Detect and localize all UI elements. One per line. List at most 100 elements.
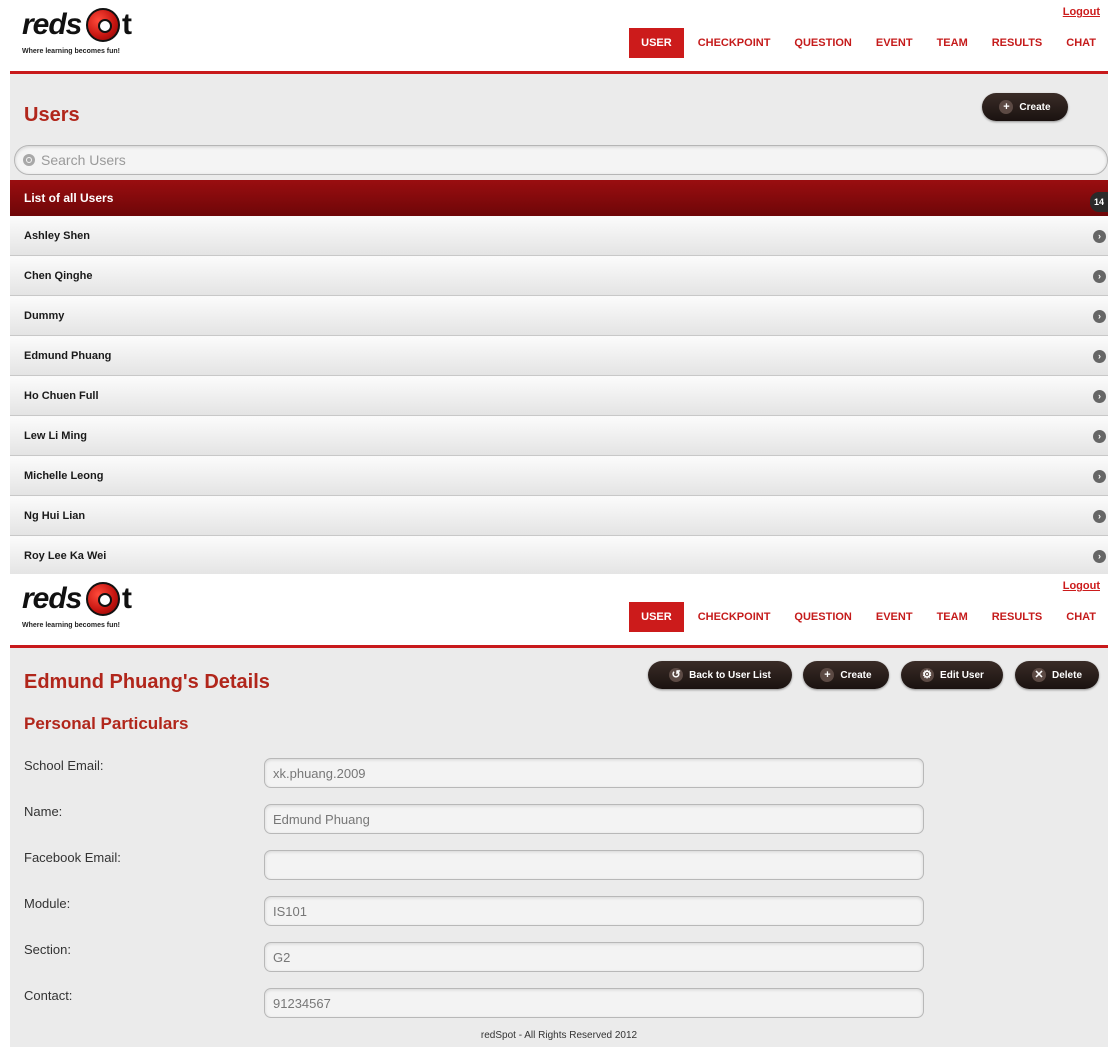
user-name: Lew Li Ming xyxy=(24,430,87,442)
delete-button-label: Delete xyxy=(1051,669,1082,681)
chevron-right-icon: › xyxy=(1093,510,1106,523)
plus-icon: + xyxy=(820,668,835,682)
section-row: Section: xyxy=(24,942,1108,982)
create-button-label: Create xyxy=(840,669,872,681)
edit-user-button[interactable]: ⚙ Edit User xyxy=(901,661,1003,689)
back-arrow-icon: ↺ xyxy=(669,668,684,682)
user-name: Ho Chuen Full xyxy=(24,390,99,402)
nav-event[interactable]: EVENT xyxy=(864,28,925,58)
logo-tagline: Where learning becomes fun! xyxy=(22,48,121,55)
nav-team[interactable]: TEAM xyxy=(925,28,980,58)
list-header: List of all Users 14 xyxy=(10,180,1108,216)
create-user-button[interactable]: + Create xyxy=(982,93,1068,121)
contact-label: Contact: xyxy=(24,988,73,1003)
contact-field[interactable] xyxy=(264,988,924,1018)
name-field[interactable] xyxy=(264,804,924,834)
create-user-button[interactable]: + Create xyxy=(803,661,889,689)
user-list-item[interactable]: Ho Chuen Full › xyxy=(10,376,1108,416)
nav-user[interactable]: USER xyxy=(629,602,684,632)
user-list-item[interactable]: Michelle Leong › xyxy=(10,456,1108,496)
facebook-email-field[interactable] xyxy=(264,850,924,880)
school-email-label: School Email: xyxy=(24,758,104,773)
chevron-right-icon: › xyxy=(1093,230,1106,243)
back-to-list-button[interactable]: ↺ Back to User List xyxy=(648,661,792,689)
nav-team[interactable]: TEAM xyxy=(925,602,980,632)
user-name: Michelle Leong xyxy=(24,470,104,482)
edit-button-label: Edit User xyxy=(940,669,984,681)
redspot-logo[interactable]: reds t Where learning becomes fun! xyxy=(22,580,222,640)
chevron-right-icon: › xyxy=(1093,470,1106,483)
contact-row: Contact: xyxy=(24,988,1108,1028)
nav-results[interactable]: RESULTS xyxy=(980,28,1055,58)
chevron-right-icon: › xyxy=(1093,310,1106,323)
nav-question[interactable]: QUESTION xyxy=(782,28,863,58)
details-title: Edmund Phuang's Details xyxy=(24,671,270,693)
user-details-screen: reds t Where learning becomes fun! Logou… xyxy=(10,574,1108,1047)
users-screen: reds t Where learning becomes fun! Logou… xyxy=(10,0,1108,574)
logo-ball-icon xyxy=(86,8,120,42)
nav-event[interactable]: EVENT xyxy=(864,602,925,632)
gear-icon: ⚙ xyxy=(920,668,935,682)
search-input[interactable] xyxy=(41,152,1041,168)
chevron-right-icon: › xyxy=(1093,550,1106,563)
module-field[interactable] xyxy=(264,896,924,926)
logo-tagline: Where learning becomes fun! xyxy=(22,622,121,629)
nav-user[interactable]: USER xyxy=(629,28,684,58)
nav-checkpoint[interactable]: CHECKPOINT xyxy=(686,602,783,632)
user-list-item[interactable]: Chen Qinghe › xyxy=(10,256,1108,296)
main-nav: USER CHECKPOINT QUESTION EVENT TEAM RESU… xyxy=(629,602,1108,632)
create-button-label: Create xyxy=(1019,101,1051,113)
page-title: Users xyxy=(24,104,80,126)
delete-user-button[interactable]: ✕ Delete xyxy=(1015,661,1099,689)
section-field[interactable] xyxy=(264,942,924,972)
back-button-label: Back to User List xyxy=(689,669,771,681)
list-header-label: List of all Users xyxy=(24,191,114,205)
user-name: Roy Lee Ka Wei xyxy=(24,550,107,562)
name-row: Name: xyxy=(24,804,1108,844)
chevron-right-icon: › xyxy=(1093,350,1106,363)
facebook-email-row: Facebook Email: xyxy=(24,850,1108,890)
plus-icon: + xyxy=(999,100,1014,114)
app-header: reds t Where learning becomes fun! Logou… xyxy=(10,0,1108,74)
footer: redSpot - All Rights Reserved 2012 xyxy=(480,1030,638,1041)
main-nav: USER CHECKPOINT QUESTION EVENT TEAM RESU… xyxy=(629,28,1108,58)
facebook-email-label: Facebook Email: xyxy=(24,850,121,865)
app-header: reds t Where learning becomes fun! Logou… xyxy=(10,574,1108,648)
user-list-item[interactable]: Lew Li Ming › xyxy=(10,416,1108,456)
nav-question[interactable]: QUESTION xyxy=(782,602,863,632)
redspot-logo[interactable]: reds t Where learning becomes fun! xyxy=(22,6,222,66)
section-label: Section: xyxy=(24,942,71,957)
module-label: Module: xyxy=(24,896,71,911)
logout-link[interactable]: Logout xyxy=(1063,6,1100,18)
logo-wordmark-end: t xyxy=(122,8,132,41)
logo-wordmark-end: t xyxy=(122,582,132,615)
logo-ball-icon xyxy=(86,582,120,616)
user-list-item[interactable]: Edmund Phuang › xyxy=(10,336,1108,376)
logout-link[interactable]: Logout xyxy=(1063,580,1100,592)
user-list-item[interactable]: Roy Lee Ka Wei › xyxy=(10,536,1108,574)
name-label: Name: xyxy=(24,804,63,819)
nav-chat[interactable]: CHAT xyxy=(1054,602,1108,632)
user-list-item[interactable]: Dummy › xyxy=(10,296,1108,336)
nav-chat[interactable]: CHAT xyxy=(1054,28,1108,58)
module-row: Module: xyxy=(24,896,1108,936)
logo-wordmark: reds xyxy=(22,8,82,41)
user-name: Ashley Shen xyxy=(24,230,91,242)
school-email-row: School Email: xyxy=(24,758,1108,798)
nav-results[interactable]: RESULTS xyxy=(980,602,1055,632)
chevron-right-icon: › xyxy=(1093,430,1106,443)
chevron-right-icon: › xyxy=(1093,390,1106,403)
search-bar xyxy=(14,145,1108,175)
user-list-item[interactable]: Ashley Shen › xyxy=(10,216,1108,256)
school-email-field[interactable] xyxy=(264,758,924,788)
logo-wordmark: reds xyxy=(22,582,82,615)
section-title: Personal Particulars xyxy=(24,714,189,733)
close-icon: ✕ xyxy=(1031,668,1046,682)
chevron-right-icon: › xyxy=(1093,270,1106,283)
user-list-item[interactable]: Ng Hui Lian › xyxy=(10,496,1108,536)
user-count-badge: 14 xyxy=(1089,192,1108,212)
user-list: Ashley Shen › Chen Qinghe › Dummy › Edmund … xyxy=(10,216,1108,574)
user-name: Ng Hui Lian xyxy=(24,510,86,522)
user-name: Dummy xyxy=(24,310,65,322)
nav-checkpoint[interactable]: CHECKPOINT xyxy=(686,28,783,58)
